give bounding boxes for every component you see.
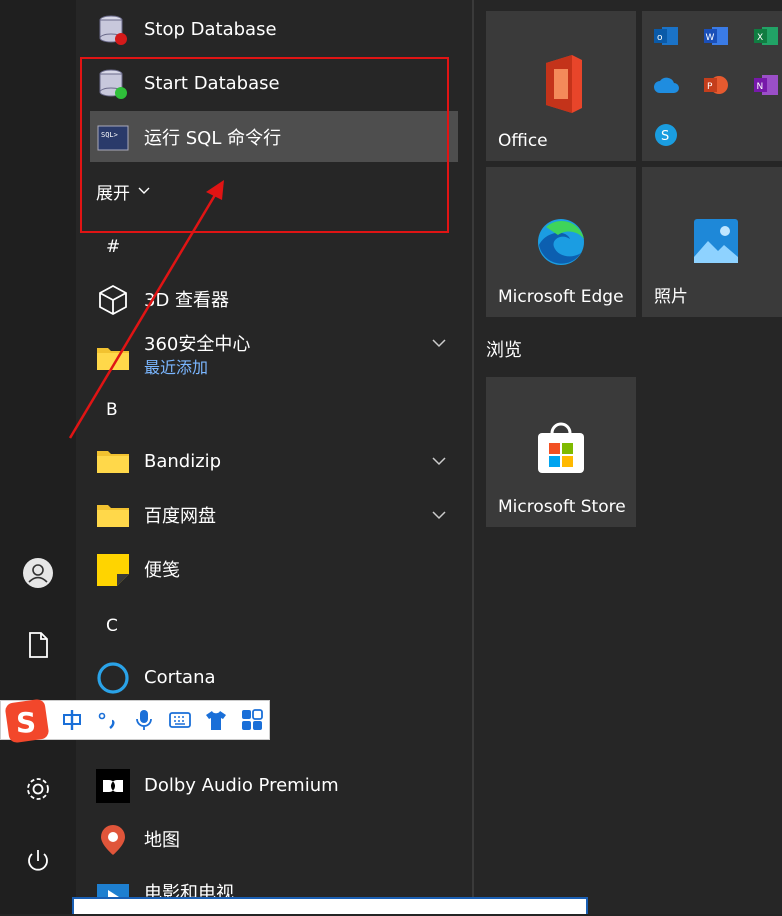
cortana-ring-icon bbox=[97, 662, 129, 694]
svg-text:P: P bbox=[707, 82, 713, 92]
dolby-logo-icon bbox=[96, 769, 130, 803]
tile-label: Microsoft Edge bbox=[498, 287, 624, 307]
tile-label: Microsoft Store bbox=[498, 497, 626, 517]
chevron-down-icon[interactable] bbox=[432, 338, 446, 348]
edge-logo-icon bbox=[538, 219, 584, 265]
store-bag-icon bbox=[538, 422, 584, 473]
tile-office[interactable]: Office bbox=[486, 11, 636, 161]
app-item-label: Bandizip bbox=[144, 450, 222, 472]
tile-photos[interactable]: 照片 bbox=[642, 167, 782, 317]
app-item-maps[interactable]: 地图 bbox=[76, 815, 472, 863]
folder-icon bbox=[97, 505, 129, 527]
svg-text:o: o bbox=[657, 33, 663, 43]
microphone-icon[interactable] bbox=[133, 709, 155, 731]
word-icon[interactable]: W bbox=[704, 25, 728, 47]
outlook-icon[interactable]: o bbox=[654, 25, 678, 47]
powerpoint-icon[interactable]: P bbox=[704, 73, 728, 97]
section-letter[interactable]: C bbox=[106, 616, 118, 636]
skin-shirt-icon[interactable] bbox=[205, 709, 227, 731]
sticky-note-icon bbox=[97, 554, 129, 586]
svg-text:S: S bbox=[16, 706, 36, 739]
user-account-icon[interactable] bbox=[22, 557, 54, 589]
toolbox-grid-icon[interactable] bbox=[241, 709, 263, 731]
svg-text:X: X bbox=[757, 33, 763, 43]
app-item-label: 便笺 bbox=[144, 560, 180, 581]
tile-microsoft-store[interactable]: Microsoft Store bbox=[486, 377, 636, 527]
app-item-sticky-notes[interactable]: 便笺 bbox=[76, 545, 472, 593]
map-pin-icon bbox=[101, 825, 125, 855]
tile-microsoft-edge[interactable]: Microsoft Edge bbox=[486, 167, 636, 317]
chinese-mode-icon[interactable] bbox=[61, 709, 83, 731]
svg-text:S: S bbox=[661, 129, 669, 144]
app-item-label: Stop Database bbox=[144, 18, 277, 40]
onedrive-icon[interactable] bbox=[654, 75, 680, 95]
app-item-label: 地图 bbox=[144, 830, 180, 851]
onenote-icon[interactable]: N bbox=[754, 73, 778, 97]
tile-label: Office bbox=[498, 131, 548, 151]
ime-toolbar: S bbox=[0, 699, 270, 743]
app-item-cortana[interactable]: Cortana bbox=[76, 653, 472, 701]
app-item-label: 百度网盘 bbox=[144, 506, 216, 527]
tile-label: 照片 bbox=[654, 287, 688, 307]
database-stop-icon bbox=[99, 15, 127, 45]
chevron-down-icon[interactable] bbox=[432, 456, 446, 466]
chevron-down-icon[interactable] bbox=[432, 510, 446, 520]
app-folder-baidu-netdisk[interactable]: 百度网盘 bbox=[76, 491, 472, 539]
start-menu-rail bbox=[0, 0, 76, 914]
taskbar-search-box[interactable] bbox=[72, 897, 588, 914]
office-logo-icon bbox=[546, 55, 582, 113]
tile-office-apps-group[interactable]: o W X P N S bbox=[642, 11, 782, 161]
punctuation-icon[interactable] bbox=[97, 709, 119, 731]
app-item-label: Cortana bbox=[144, 666, 216, 688]
settings-gear-icon[interactable] bbox=[22, 773, 54, 805]
power-icon[interactable] bbox=[22, 845, 54, 877]
app-item-stop-database[interactable]: Stop Database bbox=[76, 5, 472, 53]
keyboard-icon[interactable] bbox=[169, 709, 191, 731]
annotation-arrow bbox=[68, 180, 224, 439]
svg-text:W: W bbox=[706, 33, 715, 43]
excel-icon[interactable]: X bbox=[754, 25, 778, 47]
documents-icon[interactable] bbox=[22, 629, 54, 661]
tile-group-title[interactable]: 浏览 bbox=[486, 336, 522, 362]
skype-icon[interactable]: S bbox=[654, 123, 678, 147]
svg-text:N: N bbox=[757, 82, 764, 92]
photos-icon bbox=[694, 219, 738, 263]
app-item-label: Dolby Audio Premium bbox=[144, 774, 339, 796]
sogou-ime-logo-icon[interactable]: S bbox=[5, 699, 49, 743]
folder-icon bbox=[97, 451, 129, 473]
app-item-dolby-audio[interactable]: Dolby Audio Premium bbox=[76, 761, 472, 809]
